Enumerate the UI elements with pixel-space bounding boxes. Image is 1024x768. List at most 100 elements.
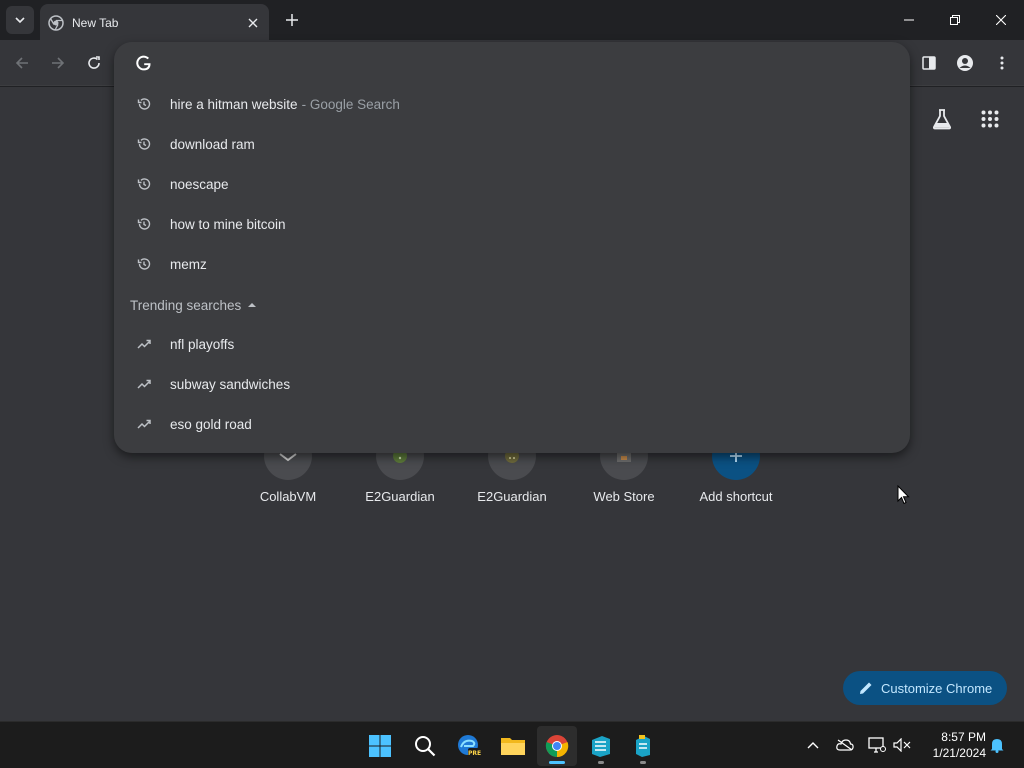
suggestion-item[interactable]: noescape [114, 164, 910, 204]
shortcut-label: E2Guardian [477, 489, 547, 504]
back-button[interactable] [9, 50, 35, 76]
forward-button[interactable] [45, 50, 71, 76]
pencil-icon [860, 682, 872, 694]
taskbar-file-explorer[interactable] [493, 726, 533, 766]
chevron-down-icon [15, 17, 25, 24]
shortcut-label: E2Guardian [365, 489, 435, 504]
profile-icon [957, 55, 973, 71]
trending-item[interactable]: subway sandwiches [114, 364, 910, 404]
onedrive-tray-button[interactable] [836, 736, 854, 754]
apps-grid-icon [981, 110, 999, 128]
history-icon [136, 136, 152, 152]
close-window-button[interactable] [978, 0, 1024, 40]
clock-date: 1/21/2024 [932, 746, 986, 760]
history-icon [136, 96, 152, 112]
flask-icon [932, 109, 952, 130]
taskbar-app-2[interactable] [623, 726, 663, 766]
menu-button[interactable] [989, 50, 1015, 76]
network-icon [868, 737, 886, 753]
tab-strip: New Tab [0, 0, 1024, 41]
search-icon [415, 736, 436, 757]
suggestion-subtext: - Google Search [301, 96, 400, 112]
show-hidden-icons-button[interactable] [804, 736, 822, 754]
trending-icon [136, 416, 152, 432]
more-vert-icon [1000, 56, 1004, 70]
tab-close-icon[interactable] [245, 15, 261, 31]
taskbar-app-1[interactable] [581, 726, 621, 766]
trending-text: eso gold road [170, 416, 252, 432]
tab-new-tab[interactable]: New Tab [40, 4, 269, 41]
reload-icon [88, 56, 100, 69]
shortcut-label: Add shortcut [699, 489, 773, 504]
restore-button[interactable] [932, 0, 978, 40]
tab-search-button[interactable] [6, 6, 34, 34]
taskbar-edge-beta[interactable]: PRE [449, 726, 489, 766]
side-panel-icon [922, 56, 936, 70]
shortcut-label: CollabVM [259, 489, 317, 504]
google-apps-button[interactable] [976, 105, 1004, 133]
trending-header-label: Trending searches [130, 297, 242, 313]
chevron-up-icon [807, 742, 819, 749]
mouse-cursor-icon [897, 485, 910, 505]
app-icon-1 [592, 736, 610, 757]
suggestion-text: download ram [170, 136, 255, 152]
windows-taskbar: PRE 8:57 PM 1/21/2024 [0, 721, 1024, 768]
taskbar-search-button[interactable] [405, 726, 445, 766]
caret-up-icon [248, 303, 257, 307]
side-panel-button[interactable] [916, 50, 942, 76]
minimize-button[interactable] [886, 0, 932, 40]
trending-searches-header[interactable]: Trending searches [130, 292, 257, 318]
arrow-left-icon [15, 57, 28, 69]
suggestion-text: how to mine bitcoin [170, 216, 286, 232]
system-clock[interactable]: 8:57 PM 1/21/2024 [920, 729, 986, 761]
profile-button[interactable] [952, 50, 978, 76]
reload-button[interactable] [81, 50, 107, 76]
close-icon [996, 15, 1006, 25]
bell-icon [990, 739, 1004, 753]
active-indicator [549, 761, 565, 764]
trending-item[interactable]: nfl playoffs [114, 324, 910, 364]
chrome-favicon-icon [48, 14, 64, 31]
labs-button[interactable] [928, 105, 956, 133]
tab-title: New Tab [72, 15, 119, 30]
volume-tray-button[interactable] [893, 736, 911, 754]
history-icon [136, 176, 152, 192]
suggestion-item[interactable]: download ram [114, 124, 910, 164]
suggestion-item[interactable]: memz [114, 244, 910, 284]
omnibox-input-row[interactable] [114, 42, 910, 84]
network-tray-button[interactable] [868, 736, 886, 754]
suggestion-item[interactable]: hire a hitman website - Google Search [114, 84, 910, 124]
trending-icon [136, 336, 152, 352]
customize-chrome-label: Customize Chrome [881, 680, 993, 696]
cloud-off-icon [836, 739, 854, 751]
plus-icon [286, 14, 298, 26]
start-button[interactable] [360, 726, 400, 766]
file-explorer-icon [501, 738, 525, 755]
clock-time: 8:57 PM [941, 730, 986, 744]
trending-icon [136, 376, 152, 392]
trending-text: nfl playoffs [170, 336, 235, 352]
history-icon [136, 216, 152, 232]
trending-text: subway sandwiches [170, 376, 291, 392]
speaker-muted-icon [893, 738, 911, 752]
trending-item[interactable]: eso gold road [114, 404, 910, 444]
omnibox-dropdown: hire a hitman website - Google Search do… [114, 42, 910, 453]
minimize-icon [904, 19, 914, 21]
arrow-right-icon [52, 57, 65, 69]
svg-text:PRE: PRE [468, 750, 481, 757]
suggestion-item[interactable]: how to mine bitcoin [114, 204, 910, 244]
shortcut-label: Web Store [593, 489, 655, 504]
suggestion-text: noescape [170, 176, 229, 192]
running-indicator [640, 761, 646, 764]
new-tab-button[interactable] [280, 8, 304, 32]
google-g-icon [136, 55, 151, 71]
windows-logo-icon [369, 735, 391, 757]
restore-icon [950, 15, 960, 25]
notifications-button[interactable] [988, 736, 1006, 754]
app-icon-2 [636, 735, 650, 757]
edge-beta-icon: PRE [458, 735, 481, 757]
running-indicator [598, 761, 604, 764]
suggestion-text: hire a hitman website [170, 96, 298, 112]
taskbar-chrome[interactable] [537, 726, 577, 766]
customize-chrome-button[interactable]: Customize Chrome [843, 671, 1007, 705]
